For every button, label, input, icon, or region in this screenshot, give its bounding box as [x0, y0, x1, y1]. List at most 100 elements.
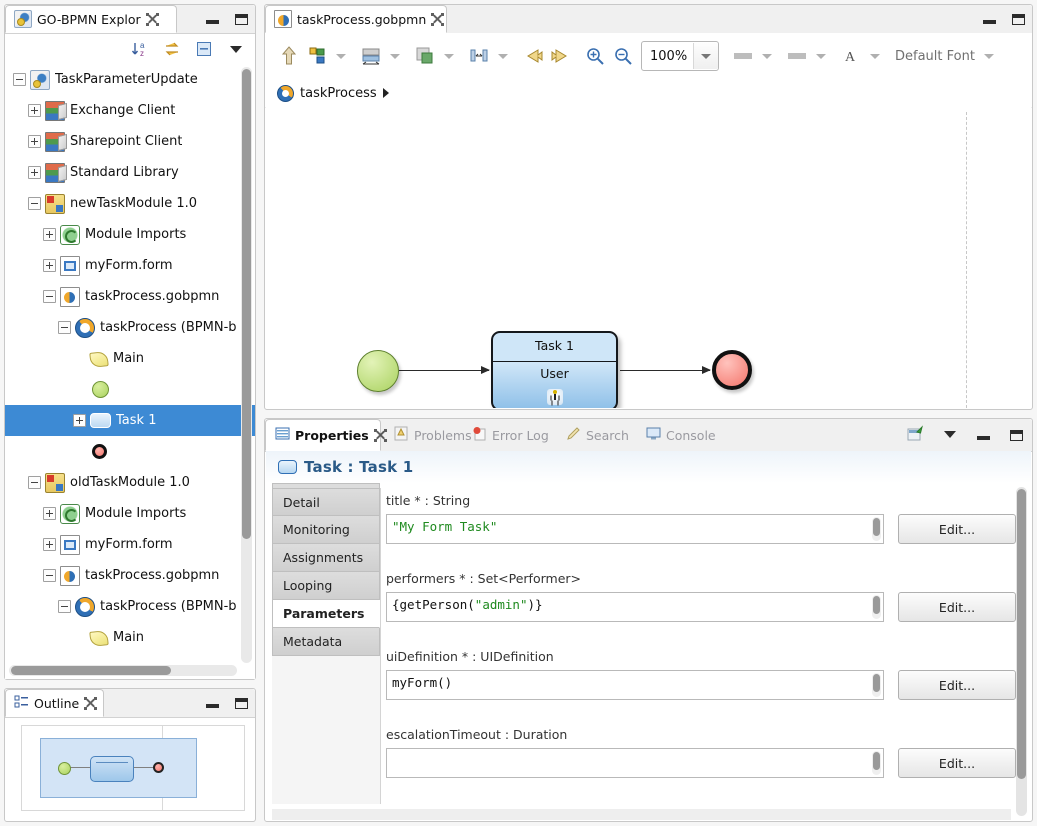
collapse-icon[interactable] — [58, 600, 71, 613]
properties-side-tab-metadata[interactable]: Metadata — [272, 628, 380, 656]
breadcrumb-label[interactable]: taskProcess — [300, 86, 377, 101]
maximize-icon[interactable] — [1009, 428, 1024, 443]
tree-row[interactable]: TaskParameterUpdate — [5, 64, 255, 95]
expand-icon[interactable] — [28, 135, 41, 148]
sequence-flow-task-to-end[interactable] — [620, 366, 711, 374]
properties-side-tab-assignments[interactable]: Assignments — [272, 544, 380, 572]
expand-icon[interactable] — [43, 507, 56, 520]
parameter-input-scrollbar[interactable] — [872, 517, 881, 541]
expand-icon[interactable] — [28, 166, 41, 179]
line-style-icon[interactable] — [729, 41, 757, 71]
undo-arrow-icon[interactable] — [519, 41, 547, 71]
edit-button[interactable]: Edit... — [898, 670, 1016, 700]
zoom-out-icon[interactable] — [609, 41, 637, 71]
distribute-chevron-down-icon[interactable] — [493, 41, 513, 71]
font-name-chevron-down-icon[interactable] — [979, 41, 999, 71]
minimize-icon[interactable] — [205, 12, 220, 27]
tree-row[interactable] — [5, 374, 255, 405]
properties-side-tab-monitoring[interactable]: Monitoring — [272, 516, 380, 544]
minimize-icon[interactable] — [982, 12, 997, 27]
tree-row[interactable]: Exchange Client — [5, 95, 255, 126]
tree-row[interactable]: Main — [5, 622, 255, 653]
breadcrumb-expand-icon[interactable] — [382, 88, 389, 98]
view-menu-icon[interactable] — [227, 40, 245, 58]
distribute-icon[interactable] — [465, 41, 493, 71]
collapse-icon[interactable] — [28, 476, 41, 489]
outline-thumbnail[interactable] — [21, 725, 245, 811]
redo-arrow-icon[interactable] — [547, 41, 575, 71]
zoom-in-icon[interactable] — [581, 41, 609, 71]
font-color-icon[interactable]: A — [837, 41, 865, 71]
tree-row[interactable]: Main — [5, 343, 255, 374]
tab-search[interactable]: Search — [557, 419, 638, 451]
tree-row[interactable]: myForm.form — [5, 529, 255, 560]
pin-view-icon[interactable] — [906, 424, 924, 446]
close-icon[interactable] — [84, 696, 98, 710]
expand-icon[interactable] — [43, 259, 56, 272]
properties-vertical-scrollbar[interactable] — [1016, 487, 1027, 816]
tree-row[interactable]: Module Imports — [5, 498, 255, 529]
parameter-input-scrollbar[interactable] — [872, 673, 881, 697]
maximize-icon[interactable] — [234, 696, 249, 711]
minimize-icon[interactable] — [205, 696, 220, 711]
parameter-value-input[interactable]: {getPerson("admin")} — [386, 592, 884, 622]
parameter-value-input[interactable]: "My Form Task" — [386, 514, 884, 544]
explorer-vertical-scrollbar[interactable] — [241, 67, 252, 663]
tab-console[interactable]: Console — [637, 419, 725, 451]
explorer-horizontal-scrollbar[interactable] — [9, 665, 237, 676]
tree-row[interactable]: taskProcess (BPMN-b — [5, 312, 255, 343]
collapse-all-icon[interactable] — [195, 40, 213, 58]
align-icon[interactable] — [303, 41, 331, 71]
export-icon[interactable] — [275, 41, 303, 71]
close-icon[interactable] — [145, 12, 159, 26]
edit-button[interactable]: Edit... — [898, 592, 1016, 622]
start-event-node[interactable] — [357, 350, 399, 392]
expand-icon[interactable] — [73, 414, 86, 427]
properties-side-tab-parameters[interactable]: Parameters — [272, 600, 380, 628]
zoom-level-combo[interactable]: 100% — [641, 41, 719, 71]
sequence-flow-start-to-task[interactable] — [399, 366, 490, 374]
line-width-icon[interactable] — [783, 41, 811, 71]
sort-alphabetical-icon[interactable]: az — [131, 40, 149, 58]
fill-color-icon[interactable] — [411, 41, 439, 71]
fill-color-chevron-down-icon[interactable] — [439, 41, 459, 71]
properties-side-tabs[interactable]: Detail Monitoring Assignments Looping Parame… — [272, 488, 381, 804]
tree-row[interactable]: Standard Library — [5, 157, 255, 188]
collapse-icon[interactable] — [28, 197, 41, 210]
collapse-icon[interactable] — [43, 569, 56, 582]
tree-row[interactable]: myForm.form — [5, 250, 255, 281]
view-menu-icon[interactable] — [942, 426, 958, 445]
tree-row[interactable]: newTaskModule 1.0 — [5, 188, 255, 219]
maximize-icon[interactable] — [234, 12, 249, 27]
link-with-editor-icon[interactable] — [163, 40, 181, 58]
end-event-node[interactable] — [712, 350, 752, 390]
tab-go-bpmn-explorer[interactable]: GO-BPMN Explor — [5, 5, 177, 33]
maximize-icon[interactable] — [1011, 12, 1026, 27]
expand-icon[interactable] — [43, 538, 56, 551]
tree-row[interactable]: Task 1 — [5, 405, 255, 436]
parameter-value-input[interactable]: myForm() — [386, 670, 884, 700]
chevron-down-icon[interactable] — [693, 43, 718, 69]
tab-outline[interactable]: Outline — [5, 689, 104, 717]
tab-taskprocess-gobpmn[interactable]: taskProcess.gobpmn — [265, 5, 447, 33]
parameter-input-scrollbar[interactable] — [872, 595, 881, 619]
expand-icon[interactable] — [28, 104, 41, 117]
tab-error-log[interactable]: Error Log — [463, 419, 558, 451]
collapse-icon[interactable] — [58, 321, 71, 334]
edit-button[interactable]: Edit... — [898, 514, 1016, 544]
tree-row[interactable]: oldTaskModule 1.0 — [5, 467, 255, 498]
properties-side-tab-looping[interactable]: Looping — [272, 572, 380, 600]
collapse-icon[interactable] — [13, 73, 26, 86]
close-icon[interactable] — [431, 12, 445, 26]
task-node[interactable]: Task 1 User — [491, 331, 618, 408]
minimize-icon[interactable] — [976, 428, 991, 443]
tree-row[interactable]: taskProcess.gobpmn — [5, 281, 255, 312]
line-style-chevron-down-icon[interactable] — [757, 41, 777, 71]
properties-side-tab-detail[interactable]: Detail — [272, 488, 380, 516]
diagram-canvas[interactable]: Task 1 User — [266, 107, 1031, 408]
parameter-value-input[interactable] — [386, 748, 884, 778]
line-width-chevron-down-icon[interactable] — [811, 41, 831, 71]
match-width-chevron-down-icon[interactable] — [385, 41, 405, 71]
properties-horizontal-scrollbar[interactable] — [272, 809, 1011, 820]
tree-row[interactable] — [5, 436, 255, 467]
